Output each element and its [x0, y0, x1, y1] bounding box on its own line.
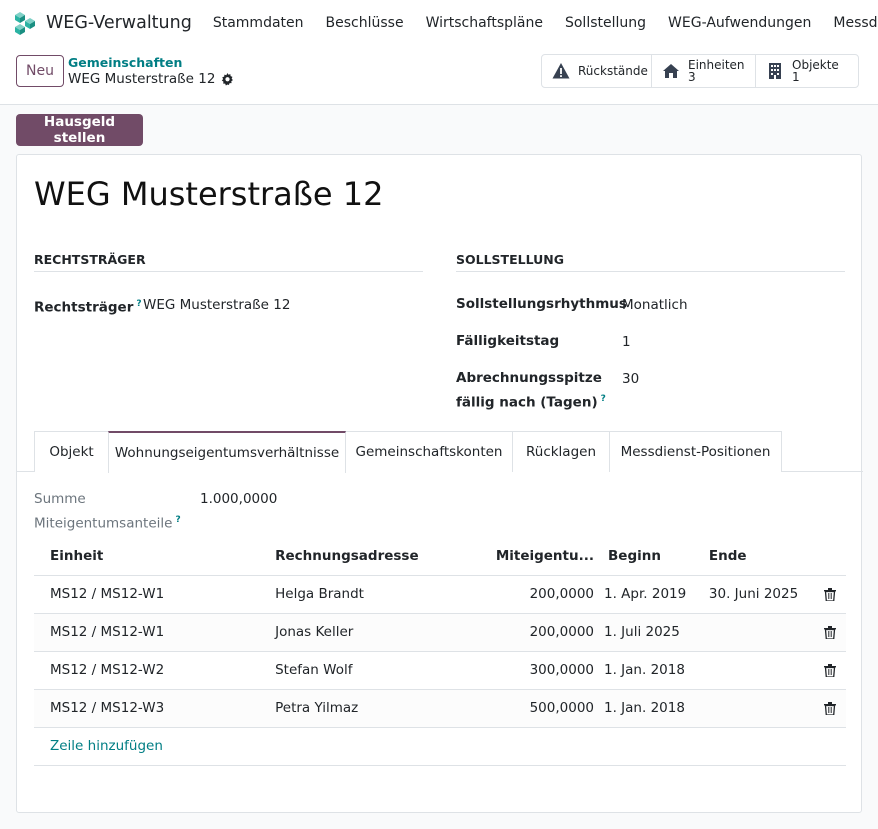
col-actions — [814, 537, 846, 576]
rhythmus-label: Sollstellungsrhythmus — [456, 296, 627, 312]
summe-label: Summe Miteigentumsanteile? — [34, 491, 181, 532]
cell-adresse[interactable]: Stefan Wolf — [259, 651, 470, 690]
tab-ruecklagen[interactable]: Rücklagen — [512, 431, 610, 472]
summe-value: 1.000,0000 — [200, 491, 278, 507]
menu-item-sollstellung[interactable]: Sollstellung — [565, 15, 646, 31]
cell-adresse[interactable]: Jonas Keller — [259, 613, 470, 652]
trash-icon[interactable] — [824, 701, 837, 715]
cell-beginn[interactable]: 1. Jan. 2018 — [602, 689, 703, 728]
row-delete[interactable] — [814, 651, 846, 690]
tab-objekt[interactable]: Objekt — [34, 431, 109, 472]
cell-adresse[interactable]: Helga Brandt — [259, 575, 470, 614]
notebook-tabs: Objekt Wohnungseigentumsverhältnisse Gem… — [17, 431, 863, 473]
row-delete[interactable] — [814, 689, 846, 728]
cell-anteil[interactable]: 200,0000 — [469, 613, 602, 652]
tab-wohnungseigentumsverhaeltnisse[interactable]: Wohnungseigentumsverhältnisse — [108, 431, 346, 473]
breadcrumb-current-label: WEG Musterstraße 12 — [68, 71, 216, 87]
cell-ende[interactable] — [702, 651, 815, 690]
help-icon[interactable]: ? — [136, 299, 141, 309]
cell-beginn[interactable]: 1. Juli 2025 — [602, 613, 703, 652]
main-menu: Stammdaten Beschlüsse Wirtschaftspläne S… — [213, 15, 878, 31]
smart-buttons: Rückstände Einheiten 3 Objekte 1 — [541, 54, 859, 88]
hausgeld-stellen-button[interactable]: Hausgeld stellen — [16, 114, 143, 146]
menu-item-beschluesse[interactable]: Beschlüsse — [326, 15, 404, 31]
section-sollstellung: SOLLSTELLUNG — [456, 252, 845, 272]
rechtstraeger-label: Rechtsträger? — [34, 299, 142, 316]
cell-anteil[interactable]: 500,0000 — [469, 689, 602, 728]
warning-icon — [552, 63, 570, 79]
einheiten-button[interactable]: Einheiten 3 — [652, 55, 756, 87]
add-line-cell: Zeile hinzufügen — [34, 727, 846, 766]
objekte-count: 1 — [792, 70, 800, 84]
ownership-table: Einheit Rechnungsadresse Miteigentu... B… — [34, 537, 846, 766]
rueckstaende-label: Rückstände — [578, 64, 648, 78]
einheiten-label: Einheiten — [688, 58, 745, 72]
cell-einheit[interactable]: MS12 / MS12-W2 — [34, 651, 260, 690]
row-delete[interactable] — [814, 575, 846, 614]
trash-icon[interactable] — [824, 587, 837, 601]
gear-icon[interactable] — [221, 72, 234, 86]
new-button[interactable]: Neu — [16, 55, 64, 87]
app-title: WEG-Verwaltung — [46, 13, 192, 33]
cube-logo-icon — [15, 12, 35, 35]
cell-beginn[interactable]: 1. Apr. 2019 — [602, 575, 703, 614]
section-rechtstraeger: RECHTSTRÄGER — [34, 252, 423, 272]
cell-anteil[interactable]: 200,0000 — [469, 575, 602, 614]
tab-gemeinschaftskonten[interactable]: Gemeinschaftskonten — [345, 431, 513, 472]
trash-icon[interactable] — [824, 625, 837, 639]
abrechnungsspitze-label: Abrechnungsspitze fällig nach (Tagen)? — [456, 370, 606, 411]
menu-item-messdienstabrechnung[interactable]: Messdienstabrechnung — [833, 15, 878, 31]
cell-beginn[interactable]: 1. Jan. 2018 — [602, 651, 703, 690]
cell-einheit[interactable]: MS12 / MS12-W1 — [34, 575, 260, 614]
building-icon — [769, 63, 781, 79]
trash-icon[interactable] — [824, 663, 837, 677]
cell-anteil[interactable]: 300,0000 — [469, 651, 602, 690]
col-miteigentum[interactable]: Miteigentu... — [469, 537, 602, 576]
cell-adresse[interactable]: Petra Yilmaz — [259, 689, 470, 728]
help-icon[interactable]: ? — [175, 515, 180, 525]
faelligkeitstag-value[interactable]: 1 — [622, 332, 631, 353]
rueckstaende-button[interactable]: Rückstände — [542, 55, 652, 87]
table-row[interactable]: MS12 / MS12-W2 Stefan Wolf 300,0000 1. J… — [34, 651, 846, 690]
add-line-row: Zeile hinzufügen — [34, 727, 846, 766]
tab-messdienst-positionen[interactable]: Messdienst-Positionen — [609, 431, 782, 472]
col-einheit[interactable]: Einheit — [34, 537, 260, 576]
abrechnungsspitze-value[interactable]: 30 — [622, 369, 639, 390]
top-navbar: WEG-Verwaltung Stammdaten Beschlüsse Wir… — [0, 0, 878, 46]
record-title[interactable]: WEG Musterstraße 12 — [34, 175, 384, 213]
cell-einheit[interactable]: MS12 / MS12-W1 — [34, 613, 260, 652]
help-icon[interactable]: ? — [601, 394, 606, 404]
add-line-link[interactable]: Zeile hinzufügen — [50, 738, 163, 754]
breadcrumb-parent[interactable]: Gemeinschaften — [68, 55, 182, 70]
home-icon — [663, 64, 679, 78]
col-ende[interactable]: Ende — [702, 537, 815, 576]
menu-item-wirtschaftsplaene[interactable]: Wirtschaftspläne — [426, 15, 543, 31]
breadcrumb-current: WEG Musterstraße 12 — [68, 71, 234, 87]
cell-ende[interactable]: 30. Juni 2025 — [702, 575, 815, 614]
einheiten-count: 3 — [688, 70, 696, 84]
control-panel: Neu Gemeinschaften WEG Musterstraße 12 R… — [0, 46, 878, 105]
row-delete[interactable] — [814, 613, 846, 652]
col-rechnungsadresse[interactable]: Rechnungsadresse — [259, 537, 470, 576]
table-row[interactable]: MS12 / MS12-W3 Petra Yilmaz 500,0000 1. … — [34, 689, 846, 728]
col-beginn[interactable]: Beginn — [602, 537, 703, 576]
rechtstraeger-value[interactable]: WEG Musterstraße 12 — [143, 295, 290, 316]
table-row[interactable]: MS12 / MS12-W1 Jonas Keller 200,0000 1. … — [34, 613, 846, 652]
cell-ende[interactable] — [702, 689, 815, 728]
faelligkeitstag-label: Fälligkeitstag — [456, 333, 560, 349]
table-header-row: Einheit Rechnungsadresse Miteigentu... B… — [34, 537, 846, 576]
menu-item-weg-aufwendungen[interactable]: WEG-Aufwendungen — [668, 15, 811, 31]
form-sheet: WEG Musterstraße 12 RECHTSTRÄGER SOLLSTE… — [16, 154, 863, 813]
cell-ende[interactable] — [702, 613, 815, 652]
objekte-button[interactable]: Objekte 1 — [756, 55, 858, 87]
rhythmus-value[interactable]: Monatlich — [622, 295, 688, 316]
table-row[interactable]: MS12 / MS12-W1 Helga Brandt 200,0000 1. … — [34, 575, 846, 614]
cell-einheit[interactable]: MS12 / MS12-W3 — [34, 689, 260, 728]
app-logo[interactable]: WEG-Verwaltung — [12, 10, 192, 36]
menu-item-stammdaten[interactable]: Stammdaten — [213, 15, 304, 31]
